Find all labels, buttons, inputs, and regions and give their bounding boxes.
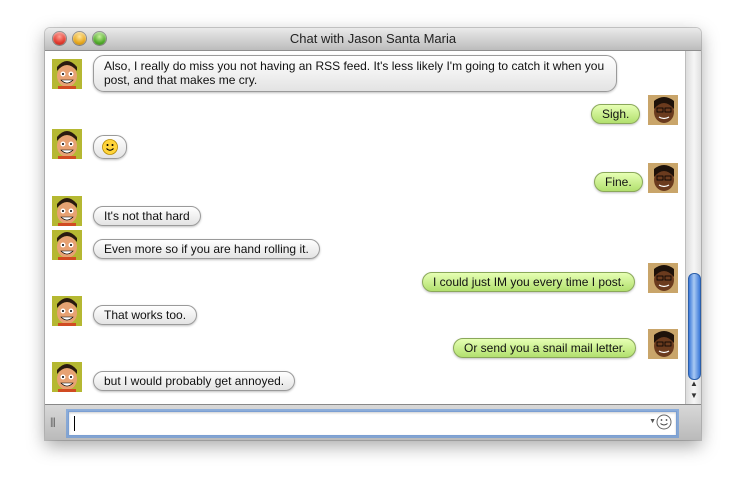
message-bubble (93, 135, 127, 159)
message-text: It's not that hard (104, 209, 190, 223)
window-title: Chat with Jason Santa Maria (289, 31, 457, 46)
message-text: Fine. (605, 175, 632, 189)
user-avatar (648, 329, 678, 359)
emoticon-picker-icon[interactable] (656, 414, 672, 430)
message-bubble: It's not that hard (93, 206, 201, 226)
message-text: That works too. (104, 308, 187, 322)
message-entry-bar: ||| ▼ (45, 404, 701, 440)
message-text: Sigh. (602, 107, 630, 121)
text-caret (74, 416, 75, 431)
message-text: I could just IM you every time I post. (433, 275, 625, 289)
message-text: Even more so if you are hand rolling it. (104, 242, 309, 256)
message-bubble: Also, I really do miss you not having an… (93, 55, 617, 92)
scroll-up-arrow-icon[interactable]: ▲ (689, 379, 699, 389)
message-bubble: I could just IM you every time I post. (422, 272, 636, 292)
buddy-avatar (52, 362, 82, 392)
chevron-down-icon[interactable]: ▼ (649, 418, 656, 425)
vertical-scrollbar[interactable]: ▲ ▼ (685, 51, 701, 404)
smiley-icon (102, 139, 118, 155)
buddy-avatar (52, 129, 82, 159)
chat-transcript[interactable]: Also, I really do miss you not having an… (45, 51, 685, 404)
message-bubble: That works too. (93, 305, 198, 325)
user-avatar (648, 263, 678, 293)
message-bubble: Fine. (594, 172, 643, 192)
message-bubble: Sigh. (591, 104, 641, 124)
message-input[interactable]: ▼ (68, 411, 677, 436)
buddy-avatar (52, 296, 82, 326)
user-avatar (648, 95, 678, 125)
scroll-down-arrow-icon[interactable]: ▼ (689, 391, 699, 401)
resize-grip-icon[interactable]: ||| (50, 417, 56, 428)
user-avatar (648, 163, 678, 193)
buddy-avatar (52, 230, 82, 260)
title-bar[interactable]: Chat with Jason Santa Maria (45, 28, 701, 51)
message-text: Also, I really do miss you not having an… (104, 59, 605, 87)
message-bubble: Even more so if you are hand rolling it. (93, 239, 320, 259)
scroll-thumb[interactable] (688, 273, 701, 380)
message-text: Or send you a snail mail letter. (464, 341, 626, 355)
message-text: but I would probably get annoyed. (104, 374, 285, 388)
message-bubble: Or send you a snail mail letter. (453, 338, 637, 358)
buddy-avatar (52, 59, 82, 89)
buddy-avatar (52, 196, 82, 226)
chat-window: Chat with Jason Santa Maria Also, I real… (45, 28, 701, 440)
message-bubble: but I would probably get annoyed. (93, 371, 296, 391)
